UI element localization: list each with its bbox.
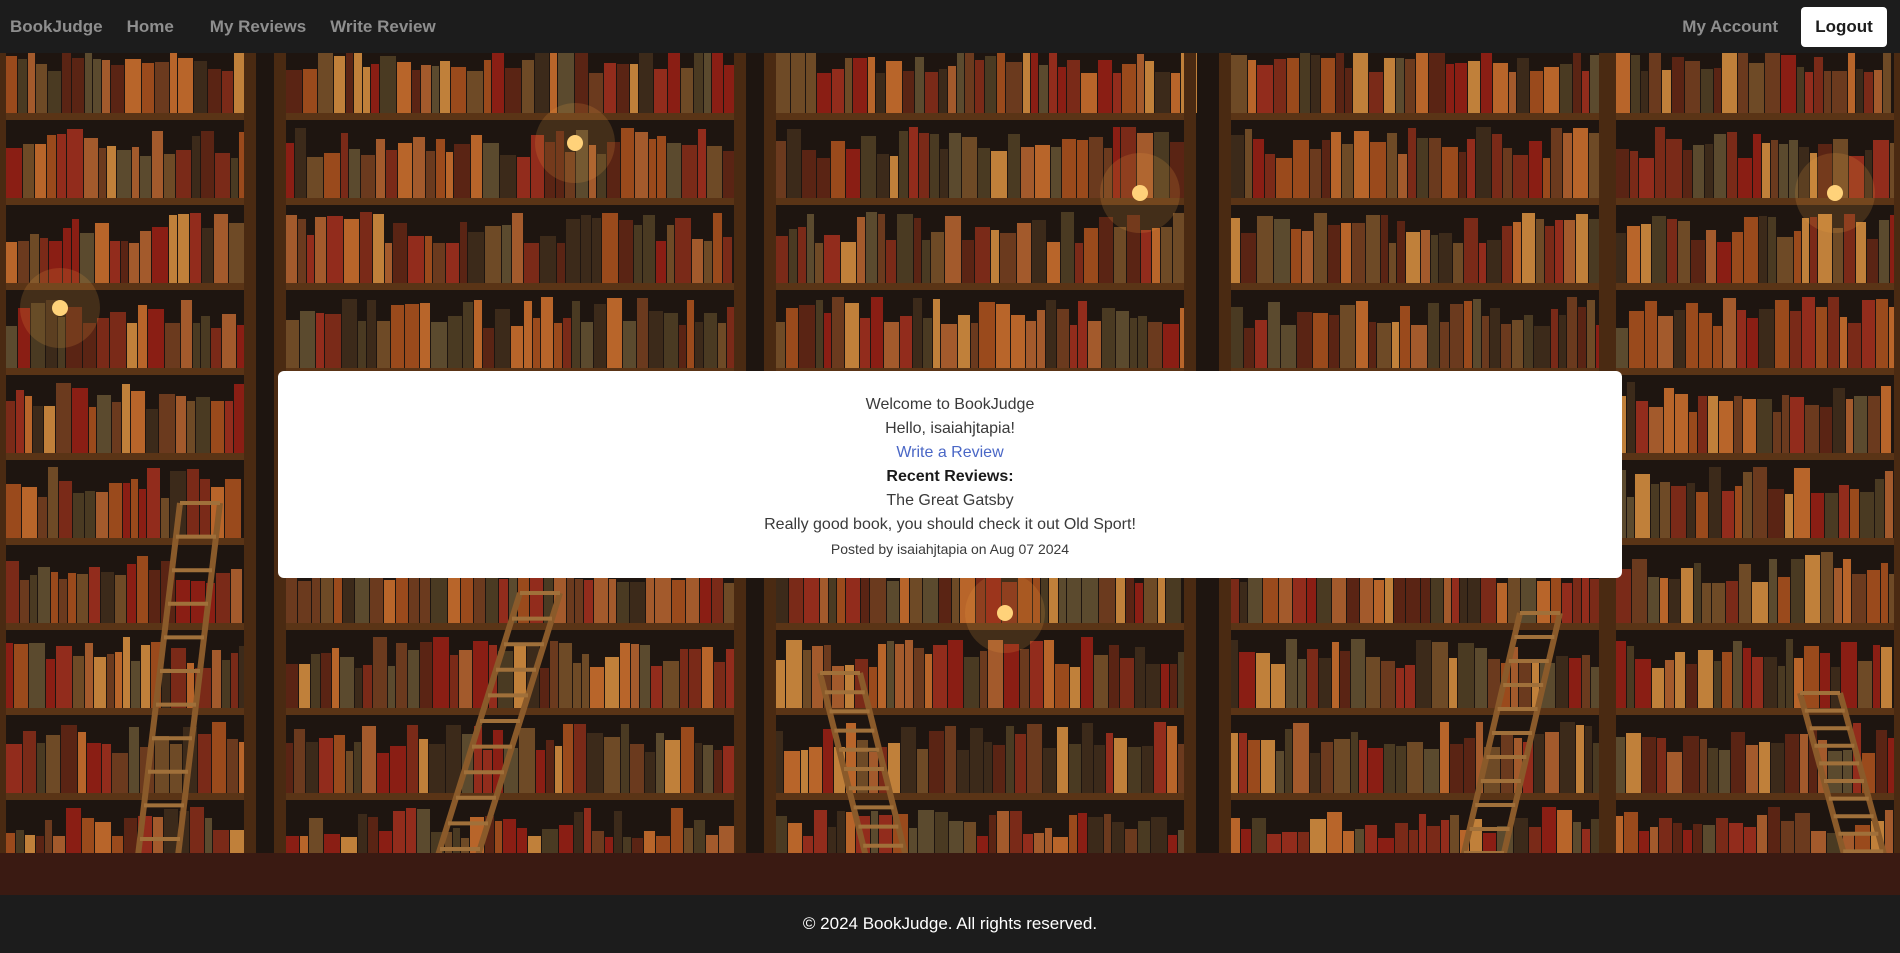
page-footer: © 2024 BookJudge. All rights reserved. — [0, 895, 1900, 953]
review-meta: Posted by isaiahjtapia on Aug 07 2024 — [830, 541, 1070, 557]
review-book-title: The Great Gatsby — [886, 492, 1014, 509]
logout-button[interactable]: Logout — [1801, 6, 1887, 47]
welcome-title: Welcome to BookJudge — [865, 396, 1035, 413]
nav-home-link[interactable]: Home — [127, 17, 174, 37]
top-navbar: BookJudge Home My Reviews Write Review M… — [0, 0, 1900, 53]
nav-my-reviews-link[interactable]: My Reviews — [210, 17, 306, 37]
review-text: Really good book, you should check it ou… — [764, 516, 1136, 533]
nav-write-review-link[interactable]: Write Review — [330, 17, 436, 37]
recent-reviews-heading: Recent Reviews: — [886, 468, 1014, 485]
brand-logo-link[interactable]: BookJudge — [10, 17, 103, 37]
nav-my-account-link[interactable]: My Account — [1682, 17, 1778, 37]
welcome-card: Welcome to BookJudge Hello, isaiahjtapia… — [278, 371, 1622, 578]
write-review-link[interactable]: Write a Review — [896, 444, 1003, 461]
footer-copyright: © 2024 BookJudge. All rights reserved. — [802, 914, 1098, 933]
user-greeting: Hello, isaiahjtapia! — [885, 420, 1015, 437]
